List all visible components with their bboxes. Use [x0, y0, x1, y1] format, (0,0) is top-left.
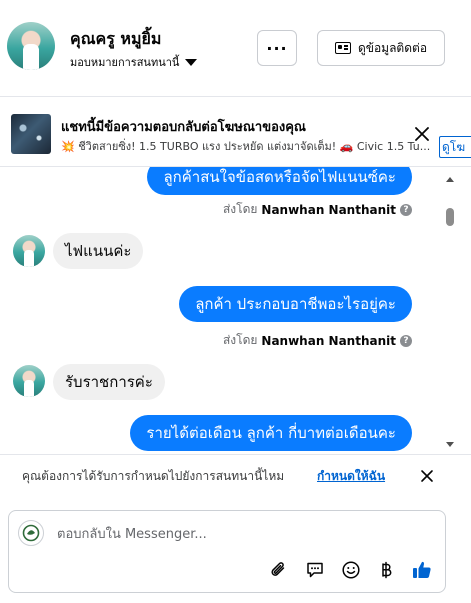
close-icon[interactable] — [418, 467, 436, 485]
attach-button[interactable] — [268, 559, 290, 581]
like-button[interactable] — [411, 559, 433, 581]
close-icon[interactable] — [412, 124, 432, 144]
conversation-header: คุณครู หมูยิ้ม มอบหมายการสนทนานี้ ··· ดู… — [0, 0, 471, 96]
scrollbar-thumb[interactable] — [446, 208, 454, 226]
chat-bubble-icon — [307, 562, 323, 578]
message-scrollbar[interactable] — [444, 167, 456, 454]
message-text: รับราชการค่ะ — [65, 373, 153, 391]
scroll-down-arrow-icon[interactable] — [446, 442, 454, 447]
outgoing-message[interactable]: ลูกค้า ประกอบอาชีพอะไรอยู่คะ — [179, 286, 412, 322]
smiley-icon — [342, 561, 360, 579]
message-text: ลูกค้าสนใจข้อสดหรือจัดไฟแนนซ์คะ — [163, 168, 396, 186]
outgoing-message[interactable]: ลูกค้าสนใจข้อสดหรือจัดไฟแนนซ์คะ — [147, 167, 412, 195]
message-text: ลูกค้า ประกอบอาชีพอะไรอยู่คะ — [195, 295, 396, 313]
contact-card-icon — [334, 42, 351, 54]
ad-reply-banner: แชทนี้มีข้อความตอบกลับต่อโฆษณาของคุณ 💥 ช… — [0, 104, 471, 162]
sent-by-info: ส่งโดย Nanwhan Nanthanit ? — [223, 200, 412, 219]
thumbs-up-icon — [413, 561, 431, 578]
saved-replies-button[interactable] — [304, 559, 326, 581]
assign-conversation-dropdown[interactable]: มอบหมายการสนทนานี้ — [70, 53, 198, 71]
sent-by-prefix: ส่งโดย — [222, 202, 258, 216]
incoming-message[interactable]: รับราชการค่ะ — [53, 364, 165, 400]
assign-prompt-text: คุณต้องการได้รับการกำหนดไปยังการสนทนานี้… — [22, 469, 285, 483]
caret-down-icon — [185, 58, 198, 66]
outgoing-message[interactable]: รายได้ต่อเดือน ลูกค้า กี่บาทต่อเดือนคะ — [130, 415, 412, 451]
page-logo-icon — [22, 524, 40, 542]
baht-icon — [382, 561, 392, 579]
message-text: รายได้ต่อเดือน ลูกค้า กี่บาทต่อเดือนคะ — [146, 424, 396, 442]
message-text: ไฟแนนค่ะ — [65, 242, 132, 260]
sent-by-name: Nanwhan Nanthanit — [261, 333, 396, 348]
customer-avatar-small — [13, 365, 45, 397]
prompt-divider — [0, 454, 471, 455]
sent-by-prefix: ส่งโดย — [222, 333, 258, 347]
ad-thumbnail[interactable] — [11, 114, 51, 154]
customer-name[interactable]: คุณครู หมูยิ้ม — [70, 27, 161, 52]
page-avatar[interactable] — [18, 520, 44, 546]
ad-banner-title: แชทนี้มีข้อความตอบกลับต่อโฆษณาของคุณ — [61, 120, 306, 135]
customer-avatar[interactable] — [7, 22, 55, 70]
assign-to-me-link[interactable]: กำหนดให้ฉัน — [317, 467, 385, 486]
sent-by-name: Nanwhan Nanthanit — [261, 202, 396, 217]
view-contact-button[interactable]: ดูข้อมูลติดต่อ — [317, 30, 445, 66]
view-ad-button[interactable]: ดูโฆ — [439, 136, 471, 158]
message-thread[interactable]: ลูกค้าสนใจข้อสดหรือจัดไฟแนนซ์คะ ส่งโดย N… — [0, 167, 443, 454]
reply-input[interactable] — [57, 524, 427, 544]
assign-label: มอบหมายการสนทนานี้ — [70, 56, 180, 69]
more-options-button[interactable]: ··· — [257, 30, 297, 66]
customer-avatar-small — [13, 235, 45, 267]
sent-by-info: ส่งโดย Nanwhan Nanthanit ? — [223, 331, 412, 350]
paperclip-icon — [271, 562, 285, 576]
payment-button[interactable] — [375, 559, 397, 581]
header-divider — [0, 96, 471, 97]
reply-composer — [8, 510, 446, 593]
incoming-message[interactable]: ไฟแนนค่ะ — [53, 233, 144, 269]
ad-banner-subtitle: 💥 ชีวิตสายซิ่ง! 1.5 TURBO แรง ประหยัด แต… — [61, 140, 431, 153]
scroll-up-arrow-icon[interactable] — [446, 177, 454, 182]
question-icon[interactable]: ? — [400, 334, 412, 347]
question-icon[interactable]: ? — [400, 203, 412, 216]
view-contact-label: ดูข้อมูลติดต่อ — [357, 40, 428, 55]
emoji-button[interactable] — [340, 559, 362, 581]
